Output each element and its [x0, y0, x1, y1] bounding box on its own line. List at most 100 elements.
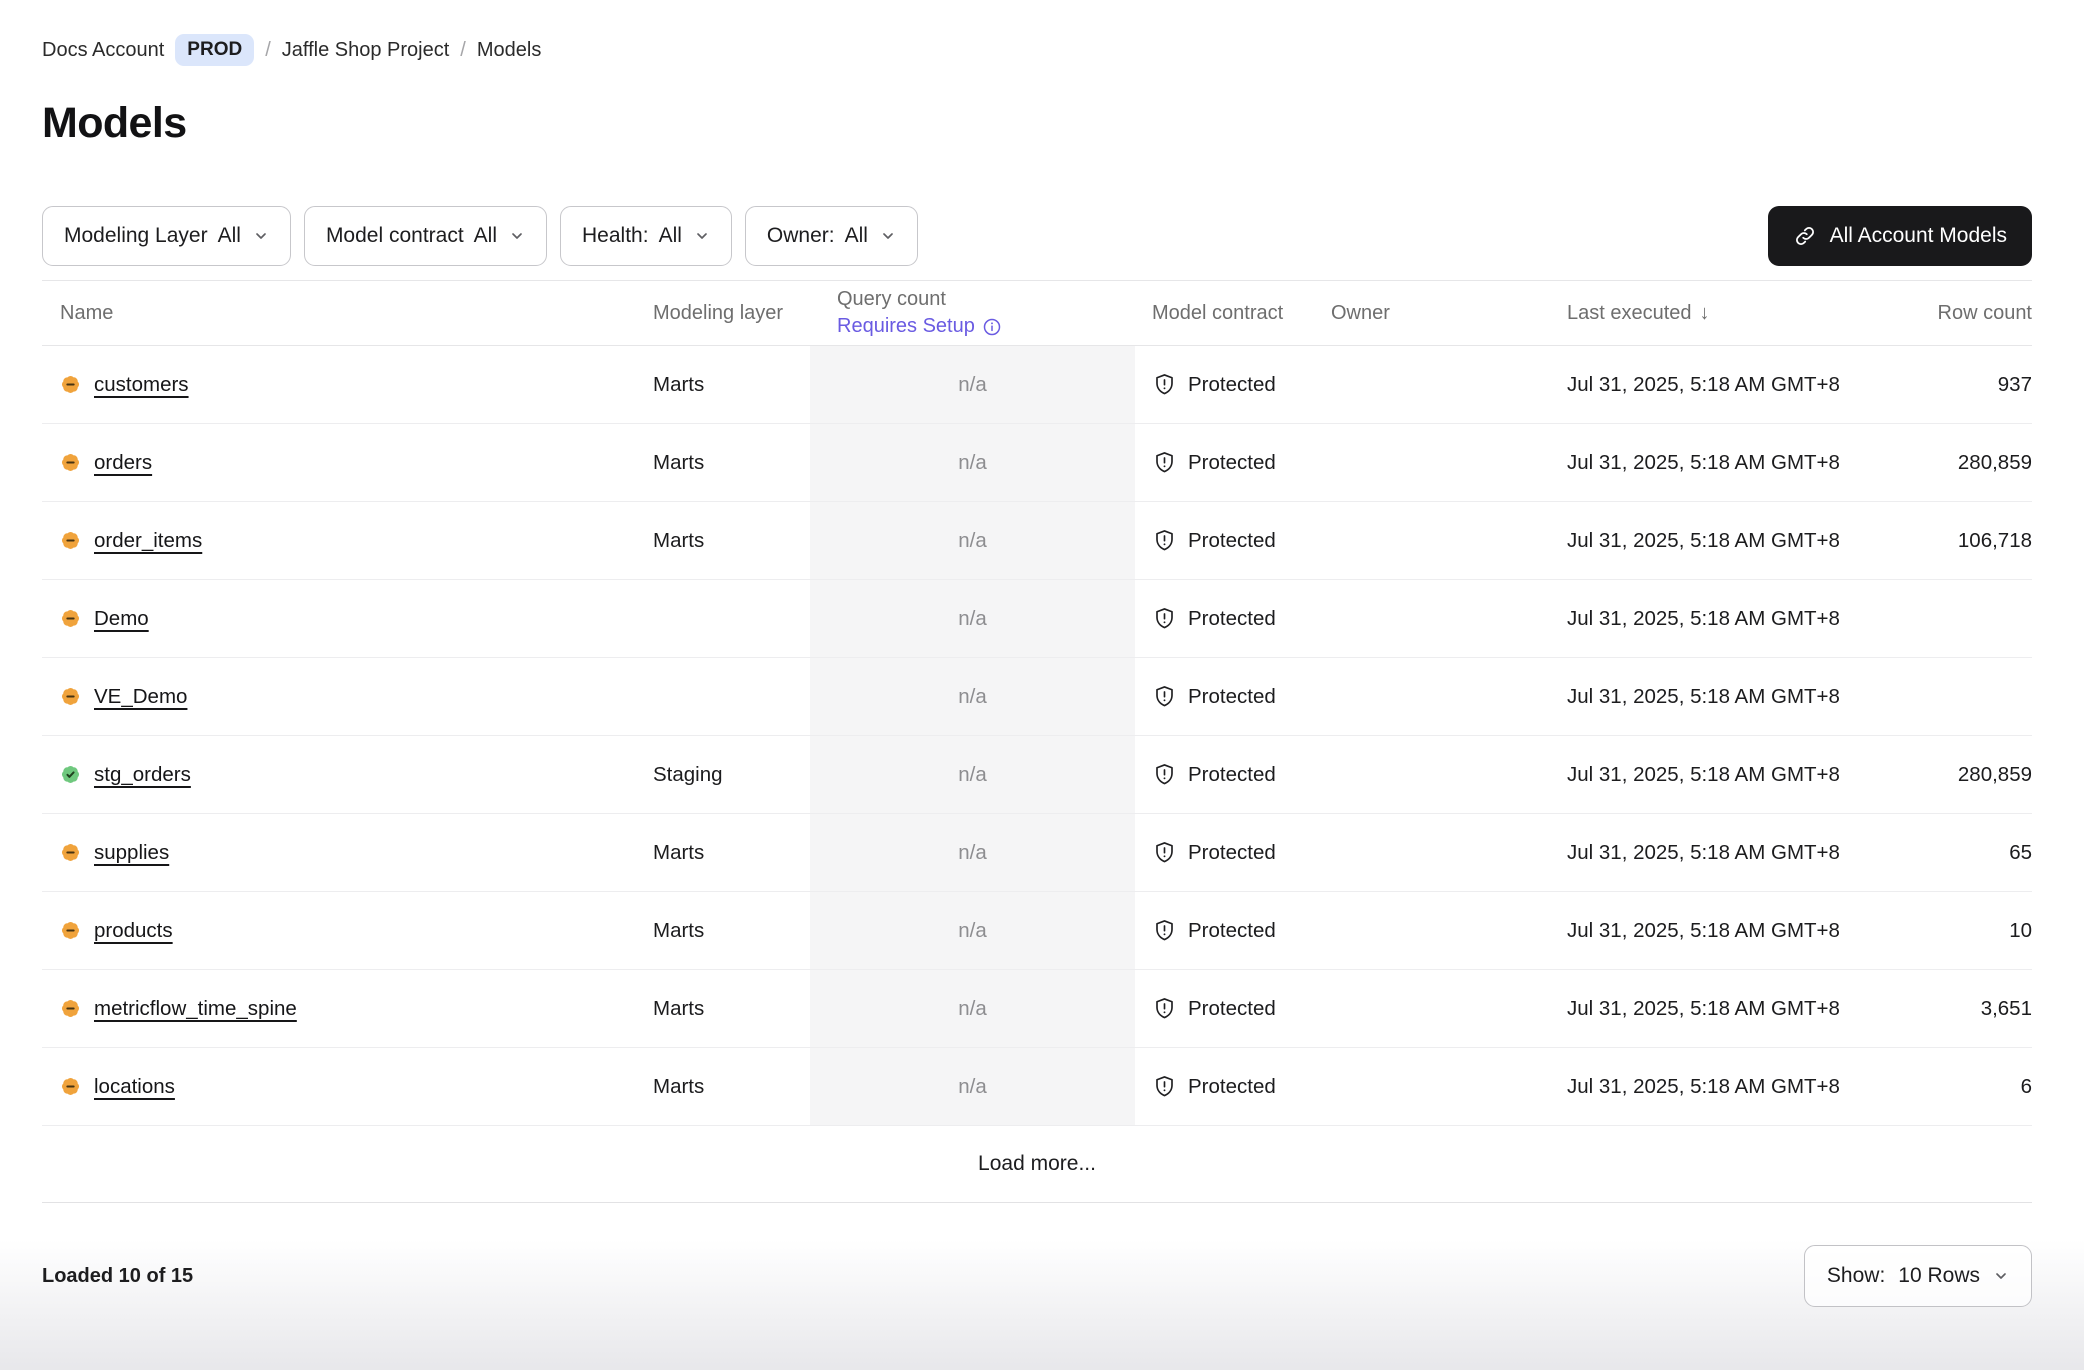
breadcrumb-project[interactable]: Jaffle Shop Project: [282, 39, 450, 62]
modeling-layer-cell: Marts: [645, 1075, 810, 1099]
column-header-modeling-layer[interactable]: Modeling layer: [645, 302, 810, 325]
last-executed-cell: Jul 31, 2025, 5:18 AM GMT+8: [1567, 607, 1850, 631]
model-contract-label: Protected: [1188, 607, 1276, 631]
models-page: Docs Account PROD / Jaffle Shop Project …: [0, 34, 2084, 1307]
model-name-link[interactable]: Demo: [94, 607, 149, 631]
table-row[interactable]: order_items Marts n/a Protected Jul 31, …: [42, 502, 2032, 580]
last-executed-cell: Jul 31, 2025, 5:18 AM GMT+8: [1567, 451, 1850, 475]
badge-minus-icon: [60, 1076, 81, 1097]
breadcrumb: Docs Account PROD / Jaffle Shop Project …: [42, 34, 2032, 66]
table-row[interactable]: supplies Marts n/a Protected Jul 31, 202…: [42, 814, 2032, 892]
modeling-layer-cell: Staging: [645, 763, 810, 787]
filter-value: All: [218, 224, 241, 248]
filter-health[interactable]: Health: All: [560, 206, 732, 266]
table-footer: Loaded 10 of 15 Show: 10 Rows: [42, 1245, 2032, 1307]
last-executed-cell: Jul 31, 2025, 5:18 AM GMT+8: [1567, 763, 1850, 787]
shield-exclamation-icon: [1152, 1074, 1177, 1099]
column-header-name[interactable]: Name: [42, 302, 645, 325]
model-name-link[interactable]: supplies: [94, 841, 169, 865]
badge-minus-icon: [60, 452, 81, 473]
filter-label: Health:: [582, 224, 649, 248]
model-name-link[interactable]: products: [94, 919, 173, 943]
last-executed-cell: Jul 31, 2025, 5:18 AM GMT+8: [1567, 841, 1850, 865]
table-row[interactable]: customers Marts n/a Protected Jul 31, 20…: [42, 346, 2032, 424]
row-count-cell: 106,718: [1850, 529, 2032, 553]
model-name-link[interactable]: locations: [94, 1075, 175, 1099]
row-count-cell: 280,859: [1850, 763, 2032, 787]
filter-value: All: [474, 224, 497, 248]
query-count-cell: n/a: [810, 580, 1135, 657]
model-name-cell: orders: [42, 451, 645, 475]
page-size-value: 10 Rows: [1898, 1264, 1980, 1288]
column-header-last-executed[interactable]: Last executed ↓: [1567, 302, 1850, 325]
shield-exclamation-icon: [1152, 606, 1177, 631]
query-count-cell: n/a: [810, 736, 1135, 813]
column-header-owner[interactable]: Owner: [1331, 302, 1567, 325]
table-row[interactable]: locations Marts n/a Protected Jul 31, 20…: [42, 1048, 2032, 1126]
chevron-down-icon: [880, 228, 896, 244]
shield-exclamation-icon: [1152, 762, 1177, 787]
model-name-link[interactable]: stg_orders: [94, 763, 191, 787]
query-count-cell: n/a: [810, 424, 1135, 501]
shield-exclamation-icon: [1152, 840, 1177, 865]
table-row[interactable]: Demo n/a Protected Jul 31, 2025, 5:18 AM…: [42, 580, 2032, 658]
column-header-query-count: Query count Requires Setup: [810, 286, 1135, 340]
query-count-cell: n/a: [810, 1048, 1135, 1125]
requires-setup-link[interactable]: Requires Setup: [837, 313, 1135, 340]
row-count-cell: 280,859: [1850, 451, 2032, 475]
query-count-cell: n/a: [810, 970, 1135, 1047]
table-row[interactable]: VE_Demo n/a Protected Jul 31, 2025, 5:18…: [42, 658, 2032, 736]
environment-badge: PROD: [175, 34, 254, 66]
shield-exclamation-icon: [1152, 918, 1177, 943]
table-row[interactable]: products Marts n/a Protected Jul 31, 202…: [42, 892, 2032, 970]
model-name-link[interactable]: customers: [94, 373, 189, 397]
table-row[interactable]: orders Marts n/a Protected Jul 31, 2025,…: [42, 424, 2032, 502]
model-name-cell: supplies: [42, 841, 645, 865]
filter-model-contract[interactable]: Model contract All: [304, 206, 547, 266]
info-circle-icon[interactable]: [982, 317, 1002, 337]
model-contract-label: Protected: [1188, 1075, 1276, 1099]
table-row[interactable]: metricflow_time_spine Marts n/a Protecte…: [42, 970, 2032, 1048]
last-executed-cell: Jul 31, 2025, 5:18 AM GMT+8: [1567, 919, 1850, 943]
badge-minus-icon: [60, 842, 81, 863]
query-count-cell: n/a: [810, 502, 1135, 579]
page-size-select[interactable]: Show: 10 Rows: [1804, 1245, 2032, 1307]
shield-exclamation-icon: [1152, 372, 1177, 397]
filter-value: All: [845, 224, 868, 248]
filter-modeling-layer[interactable]: Modeling Layer All: [42, 206, 291, 266]
chevron-down-icon: [1993, 1268, 2009, 1284]
row-count-cell: 3,651: [1850, 997, 2032, 1021]
model-name-link[interactable]: order_items: [94, 529, 202, 553]
model-name-link[interactable]: metricflow_time_spine: [94, 997, 297, 1021]
model-contract-label: Protected: [1188, 763, 1276, 787]
link-chain-icon: [1793, 224, 1817, 248]
query-count-cell: n/a: [810, 814, 1135, 891]
filter-owner[interactable]: Owner: All: [745, 206, 918, 266]
column-header-row-count[interactable]: Row count: [1850, 302, 2032, 325]
badge-minus-icon: [60, 374, 81, 395]
table-row[interactable]: stg_orders Staging n/a Protected Jul 31,…: [42, 736, 2032, 814]
model-name-link[interactable]: VE_Demo: [94, 685, 187, 709]
loaded-count-text: Loaded 10 of 15: [42, 1265, 193, 1288]
badge-check-icon: [60, 764, 81, 785]
column-header-model-contract[interactable]: Model contract: [1135, 302, 1331, 325]
table-body: customers Marts n/a Protected Jul 31, 20…: [42, 346, 2032, 1126]
filter-bar: Modeling Layer All Model contract All He…: [42, 206, 2032, 266]
modeling-layer-cell: Marts: [645, 997, 810, 1021]
chevron-down-icon: [509, 228, 525, 244]
row-count-cell: 6: [1850, 1075, 2032, 1099]
breadcrumb-account[interactable]: Docs Account: [42, 39, 164, 62]
badge-minus-icon: [60, 686, 81, 707]
page-size-label: Show:: [1827, 1264, 1885, 1288]
badge-minus-icon: [60, 608, 81, 629]
model-name-link[interactable]: orders: [94, 451, 152, 475]
shield-exclamation-icon: [1152, 684, 1177, 709]
model-contract-cell: Protected: [1135, 528, 1331, 553]
row-count-cell: 10: [1850, 919, 2032, 943]
all-account-models-button[interactable]: All Account Models: [1768, 206, 2032, 266]
load-more-button[interactable]: Load more...: [978, 1152, 1096, 1176]
model-name-cell: metricflow_time_spine: [42, 997, 645, 1021]
table-header-row: Name Modeling layer Query count Requires…: [42, 280, 2032, 346]
filter-label: Modeling Layer: [64, 224, 208, 248]
model-name-cell: locations: [42, 1075, 645, 1099]
